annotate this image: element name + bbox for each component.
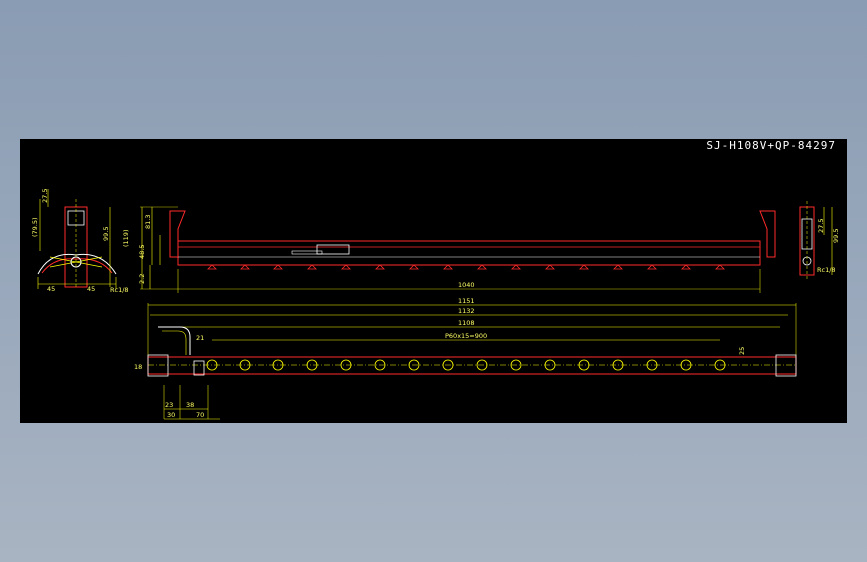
dim-right-thread: Rc1/8: [817, 266, 836, 274]
dim-top-pitch: P60x15=900: [445, 332, 487, 340]
dim-top-l2: 1132: [458, 307, 475, 315]
dim-top-l1: 1151: [458, 297, 475, 305]
dim-top-70: 70: [196, 411, 204, 419]
left-end-view: 27.5 (79.5) 99.5 45 45 Rc1/8: [31, 189, 129, 294]
dim-right-height: 99.5: [832, 229, 840, 243]
dim-top-21: 21: [196, 334, 204, 342]
cad-drawing: 27.5 (79.5) 99.5 45 45 Rc1/8 81.3 (119) …: [31, 189, 840, 420]
dim-top-l3: 1108: [458, 319, 475, 327]
dim-top-38: 38: [186, 401, 194, 409]
dim-front-h4: 2.2: [138, 274, 146, 284]
right-end-view: 27.5 99.5 Rc1/8: [799, 201, 840, 279]
dim-front-h1: 81.3: [144, 215, 152, 229]
dim-top-18: 18: [134, 363, 142, 371]
dim-front-h3: 48.5: [138, 245, 146, 259]
dim-left-width-b: 45: [87, 285, 95, 293]
top-view: 1151 1132 1108 P60x15=900 21 18 25 23 38…: [134, 297, 797, 420]
cad-drawing-area[interactable]: SJ-H108V+QP-84297 27.5 (79.5) 99.5 45 45…: [20, 139, 847, 423]
dim-top-23: 23: [165, 401, 173, 409]
dim-front-h2: (119): [122, 230, 130, 247]
dim-top-25: 25: [738, 347, 746, 355]
dim-top-30: 30: [167, 411, 175, 419]
dim-front-length: 1040: [458, 281, 475, 289]
dim-left-thread: Rc1/8: [110, 286, 129, 294]
dim-left-height: 99.5: [102, 227, 110, 241]
front-view: 81.3 (119) 48.5 2.2 1040: [122, 206, 776, 293]
dim-right-top: 27.5: [817, 219, 825, 233]
dim-left-side: (79.5): [31, 217, 39, 237]
dim-left-width-a: 45: [47, 285, 55, 293]
dim-left-top: 27.5: [41, 189, 49, 203]
